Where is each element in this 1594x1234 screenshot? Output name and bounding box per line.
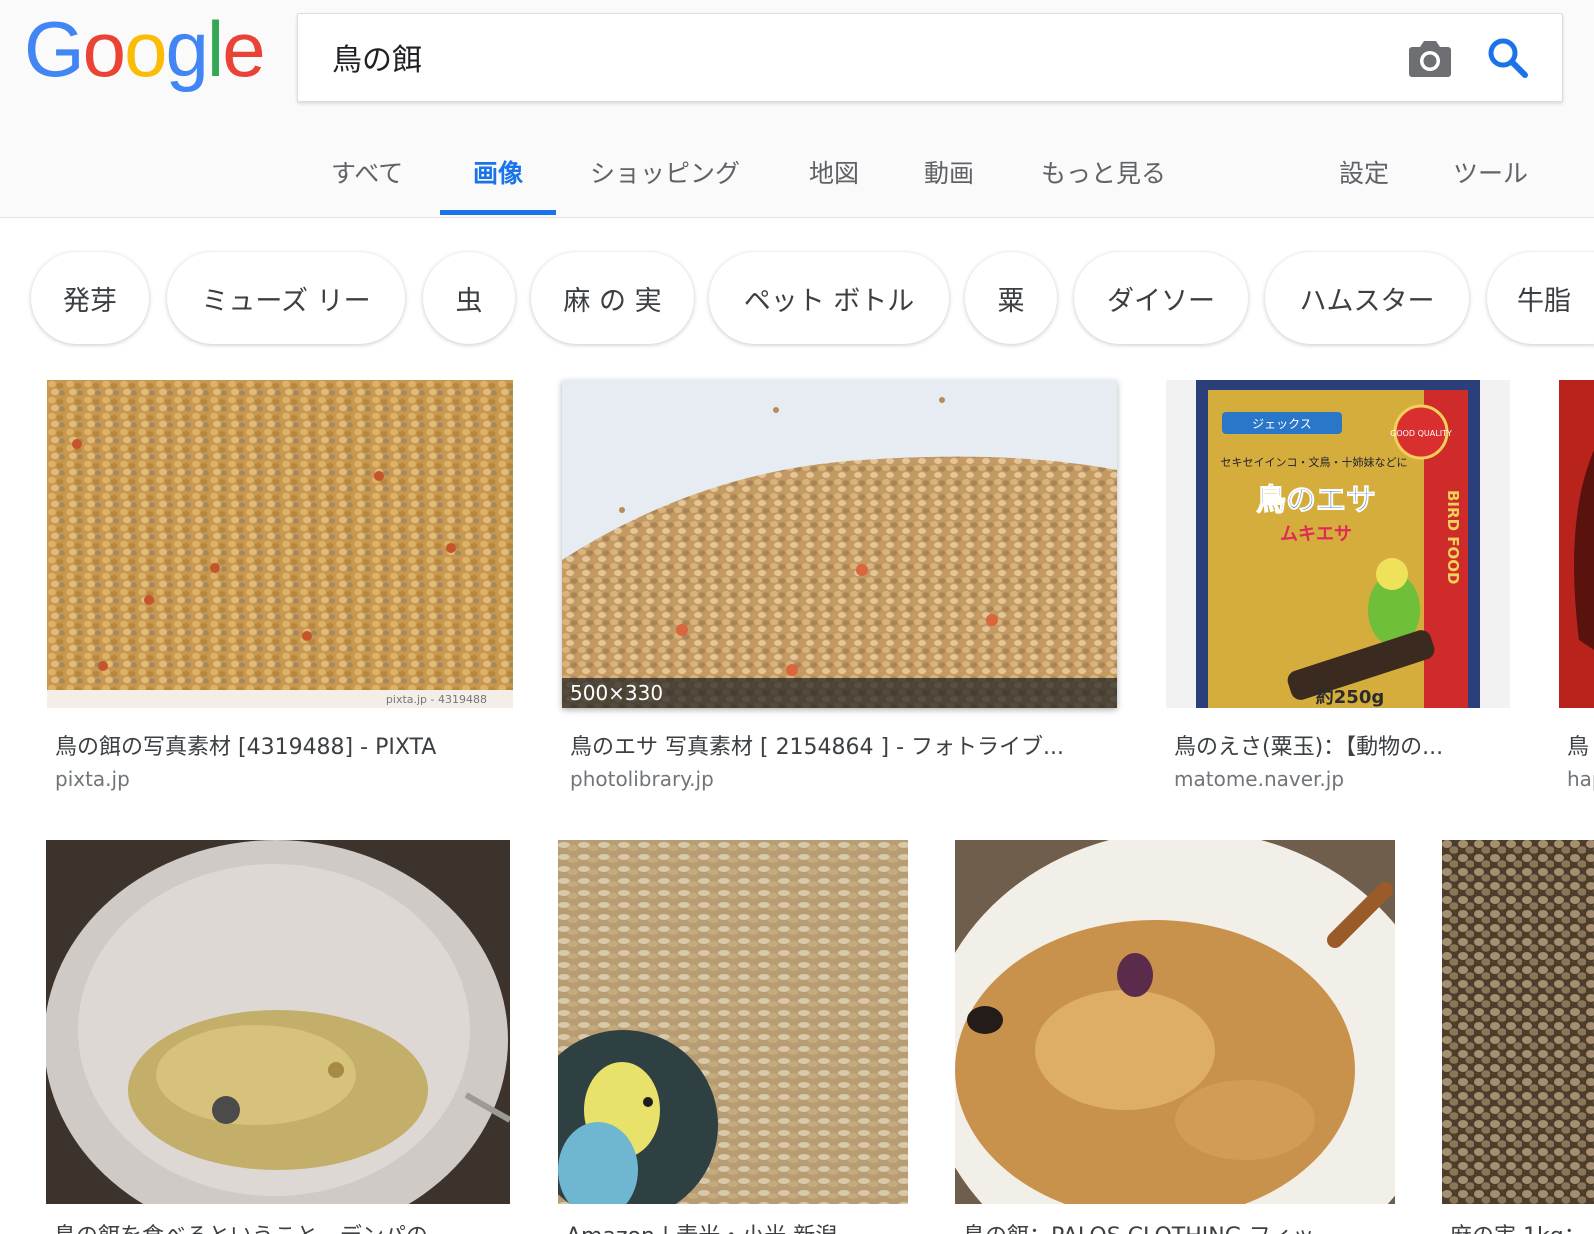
- logo-letter: G: [24, 5, 85, 93]
- package-subtitle: セキセイインコ・文鳥・十姉妹などに: [1221, 455, 1408, 469]
- result-thumbnail[interactable]: pixta.jp - 4319488: [47, 380, 513, 708]
- result-thumbnail[interactable]: [558, 840, 908, 1204]
- package-side-text: BIRD FOOD: [1444, 490, 1462, 584]
- result-title[interactable]: 鳥: [1567, 729, 1594, 761]
- tab-bar: すべて 画像 ショッピング 地図 動画 もっと見る 設定 ツール: [0, 140, 1594, 218]
- related-search-chips: 発芽 ミューズ リー 虫 麻 の 実 ペット ボトル 粟 ダイソー ハムスター …: [0, 250, 1594, 350]
- tab-shopping[interactable]: ショッピング: [590, 154, 740, 190]
- logo-letter: o: [124, 5, 167, 93]
- logo-letter: e: [222, 5, 265, 93]
- chip-sprout[interactable]: 発芽: [31, 252, 149, 344]
- chip-millet[interactable]: 粟: [965, 252, 1057, 344]
- chip-insect[interactable]: 虫: [423, 252, 515, 344]
- result-domain[interactable]: photolibrary.jp: [570, 767, 714, 791]
- active-tab-indicator: [440, 210, 556, 215]
- watermark-text: pixta.jp - 4319488: [386, 693, 487, 706]
- chip-muesli[interactable]: ミューズ リー: [167, 252, 405, 344]
- tab-images[interactable]: 画像: [473, 154, 523, 190]
- header: Google すべて 画像 ショッピング 地図 動画 もっと見る 設定 ツール: [0, 0, 1594, 218]
- image-result[interactable]: 鳥の餌を食べるということ - デンパの: [46, 840, 510, 1234]
- tab-videos[interactable]: 動画: [924, 154, 974, 190]
- result-domain[interactable]: matome.naver.jp: [1174, 767, 1344, 791]
- chip-hemp-seed[interactable]: 麻 の 実: [531, 252, 694, 344]
- package-main-text: 鳥のエサ: [1256, 483, 1376, 518]
- package-type-text: ムキエサ: [1280, 524, 1352, 545]
- tab-maps[interactable]: 地図: [809, 154, 859, 190]
- result-title[interactable]: 鳥の餌：PALOS CLOTHING フィッ: [963, 1218, 1393, 1234]
- image-result[interactable]: 鳥の餌：PALOS CLOTHING フィッ: [955, 840, 1395, 1234]
- logo-letter: g: [165, 5, 208, 93]
- image-result[interactable]: 麻の実 1kg：: [1442, 840, 1594, 1234]
- search-icon[interactable]: [1486, 36, 1530, 80]
- result-title[interactable]: 麻の実 1kg：: [1450, 1218, 1594, 1234]
- package-brand: ジェックス: [1252, 417, 1312, 431]
- result-thumbnail[interactable]: [1559, 380, 1594, 708]
- logo-letter: o: [82, 5, 126, 93]
- tab-more[interactable]: もっと見る: [1041, 154, 1166, 190]
- image-result[interactable]: 500×330 鳥のエサ 写真素材 [ 2154864 ] - フォトライブ..…: [562, 380, 1117, 800]
- result-thumbnail[interactable]: ジェックス GOOD QUALITY セキセイインコ・文鳥・十姉妹などに 鳥のエ…: [1166, 380, 1510, 708]
- result-title[interactable]: 鳥のえさ(粟玉)：【動物の...: [1174, 729, 1508, 761]
- image-size-badge: 500×330: [562, 678, 1117, 708]
- package-quality: GOOD QUALITY: [1390, 429, 1452, 438]
- chip-suet[interactable]: 牛脂: [1487, 252, 1594, 344]
- image-result[interactable]: ジェックス GOOD QUALITY セキセイインコ・文鳥・十姉妹などに 鳥のエ…: [1166, 380, 1510, 800]
- image-result[interactable]: 鳥 hap: [1559, 380, 1594, 800]
- search-box: [297, 13, 1563, 102]
- chip-hamster[interactable]: ハムスター: [1265, 252, 1469, 344]
- google-logo[interactable]: Google: [24, 5, 266, 93]
- result-domain[interactable]: hap: [1567, 767, 1594, 791]
- image-result[interactable]: Amazon | 麦光・小光 新潟: [558, 840, 908, 1234]
- tab-all[interactable]: すべて: [331, 154, 403, 190]
- camera-icon[interactable]: [1408, 38, 1452, 78]
- chip-daiso[interactable]: ダイソー: [1074, 252, 1248, 344]
- result-domain[interactable]: pixta.jp: [55, 767, 130, 791]
- image-result[interactable]: pixta.jp - 4319488 鳥の餌の写真素材 [4319488] - …: [47, 380, 513, 800]
- result-title[interactable]: 鳥のエサ 写真素材 [ 2154864 ] - フォトライブ...: [570, 729, 1115, 761]
- result-thumbnail[interactable]: [46, 840, 510, 1204]
- tab-settings[interactable]: 設定: [1339, 154, 1389, 190]
- result-thumbnail[interactable]: 500×330: [562, 380, 1117, 708]
- package-weight: 約250g: [1316, 686, 1384, 708]
- tab-tools[interactable]: ツール: [1453, 154, 1528, 190]
- result-title[interactable]: 鳥の餌の写真素材 [4319488] - PIXTA: [55, 729, 505, 761]
- result-thumbnail[interactable]: [1442, 840, 1594, 1204]
- chip-pet-bottle[interactable]: ペット ボトル: [709, 252, 949, 344]
- logo-letter: l: [206, 5, 224, 93]
- result-title[interactable]: Amazon | 麦光・小光 新潟: [566, 1218, 906, 1234]
- result-title[interactable]: 鳥の餌を食べるということ - デンパの: [54, 1218, 508, 1234]
- search-input[interactable]: [332, 34, 1332, 80]
- result-thumbnail[interactable]: [955, 840, 1395, 1204]
